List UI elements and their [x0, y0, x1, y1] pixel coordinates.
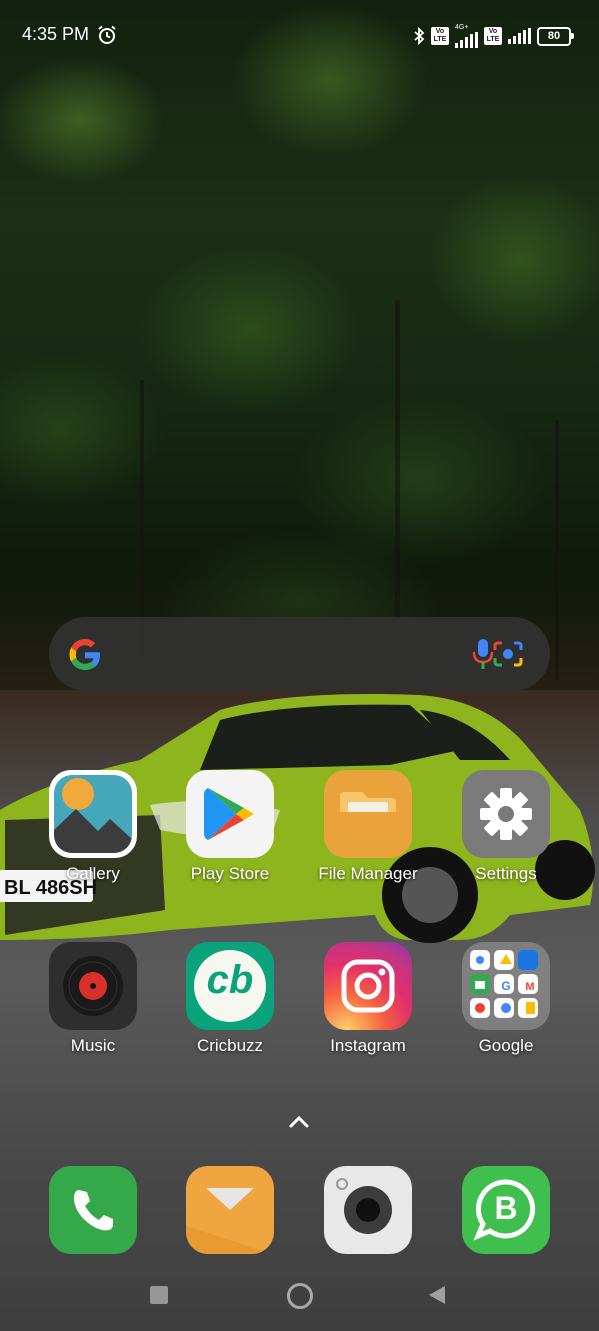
app-music[interactable]: Music — [28, 942, 158, 1082]
alarm-clock-icon — [98, 25, 116, 44]
signal-icon-2 — [508, 28, 531, 44]
app-label: Instagram — [330, 1036, 406, 1055]
bluetooth-icon — [414, 27, 425, 45]
whatsapp-business-icon: B — [462, 1166, 550, 1254]
instagram-icon — [324, 942, 412, 1030]
cricbuzz-icon: cb — [186, 942, 274, 1030]
gear-icon — [462, 770, 550, 858]
app-play-store[interactable]: Play Store — [165, 770, 295, 910]
whatsapp-business-letter: B — [494, 1190, 518, 1226]
google-g-icon — [69, 639, 100, 670]
phone-icon — [49, 1166, 137, 1254]
volte-badge-2: Vo LTE — [484, 27, 502, 45]
tree-trunk — [555, 420, 559, 680]
app-label: Google — [478, 1036, 534, 1055]
play-store-icon — [186, 770, 274, 858]
app-label: File Manager — [318, 864, 418, 883]
signal-icon-1 — [455, 32, 478, 48]
forest-background — [0, 0, 599, 720]
status-time: 4:35 PM — [22, 24, 90, 44]
google-folder-icon: G M — [462, 942, 550, 1030]
vinyl-record-icon — [49, 942, 137, 1030]
dock-whatsapp-business[interactable]: B — [441, 1166, 571, 1256]
dock-messages[interactable] — [165, 1166, 295, 1256]
app-cricbuzz[interactable]: cb Cricbuzz — [165, 942, 295, 1082]
status-icons: Vo LTE 4G+ Vo LTE 80 — [413, 24, 574, 48]
folder-icon — [324, 770, 412, 858]
cricbuzz-logo-text: cb — [206, 958, 254, 1002]
svg-text:M: M — [525, 981, 534, 993]
app-file-manager[interactable]: File Manager — [303, 770, 433, 910]
chevron-up-icon[interactable] — [287, 1114, 311, 1130]
app-gallery[interactable]: Gallery — [28, 770, 158, 910]
recent-apps-button[interactable] — [150, 1286, 168, 1304]
envelope-icon — [186, 1166, 274, 1254]
battery-indicator: 80 — [537, 26, 574, 46]
status-bar: 4:35 PM Vo LTE 4G+ Vo LTE 80 — [0, 0, 599, 70]
dock-phone[interactable] — [28, 1166, 158, 1256]
app-label: Music — [70, 1036, 116, 1055]
app-label: Play Store — [190, 864, 270, 883]
tree-trunk — [395, 300, 400, 630]
app-settings[interactable]: Settings — [441, 770, 571, 910]
network-type: 4G+ — [455, 24, 469, 31]
camera-icon — [324, 1166, 412, 1254]
dock-camera[interactable] — [303, 1166, 433, 1256]
home-button[interactable] — [287, 1283, 313, 1309]
app-instagram[interactable]: Instagram — [303, 942, 433, 1082]
app-label: Cricbuzz — [196, 1036, 264, 1055]
app-label: Gallery — [66, 864, 120, 883]
volte-badge-1: Vo LTE — [431, 27, 449, 45]
svg-text:G: G — [501, 979, 510, 993]
app-folder-google[interactable]: G M Google — [441, 942, 571, 1082]
gallery-icon — [49, 770, 137, 858]
camera-lens-icon[interactable] — [491, 638, 525, 670]
google-search-bar[interactable] — [49, 617, 550, 691]
back-button[interactable] — [427, 1284, 447, 1306]
app-label: Settings — [475, 864, 537, 883]
